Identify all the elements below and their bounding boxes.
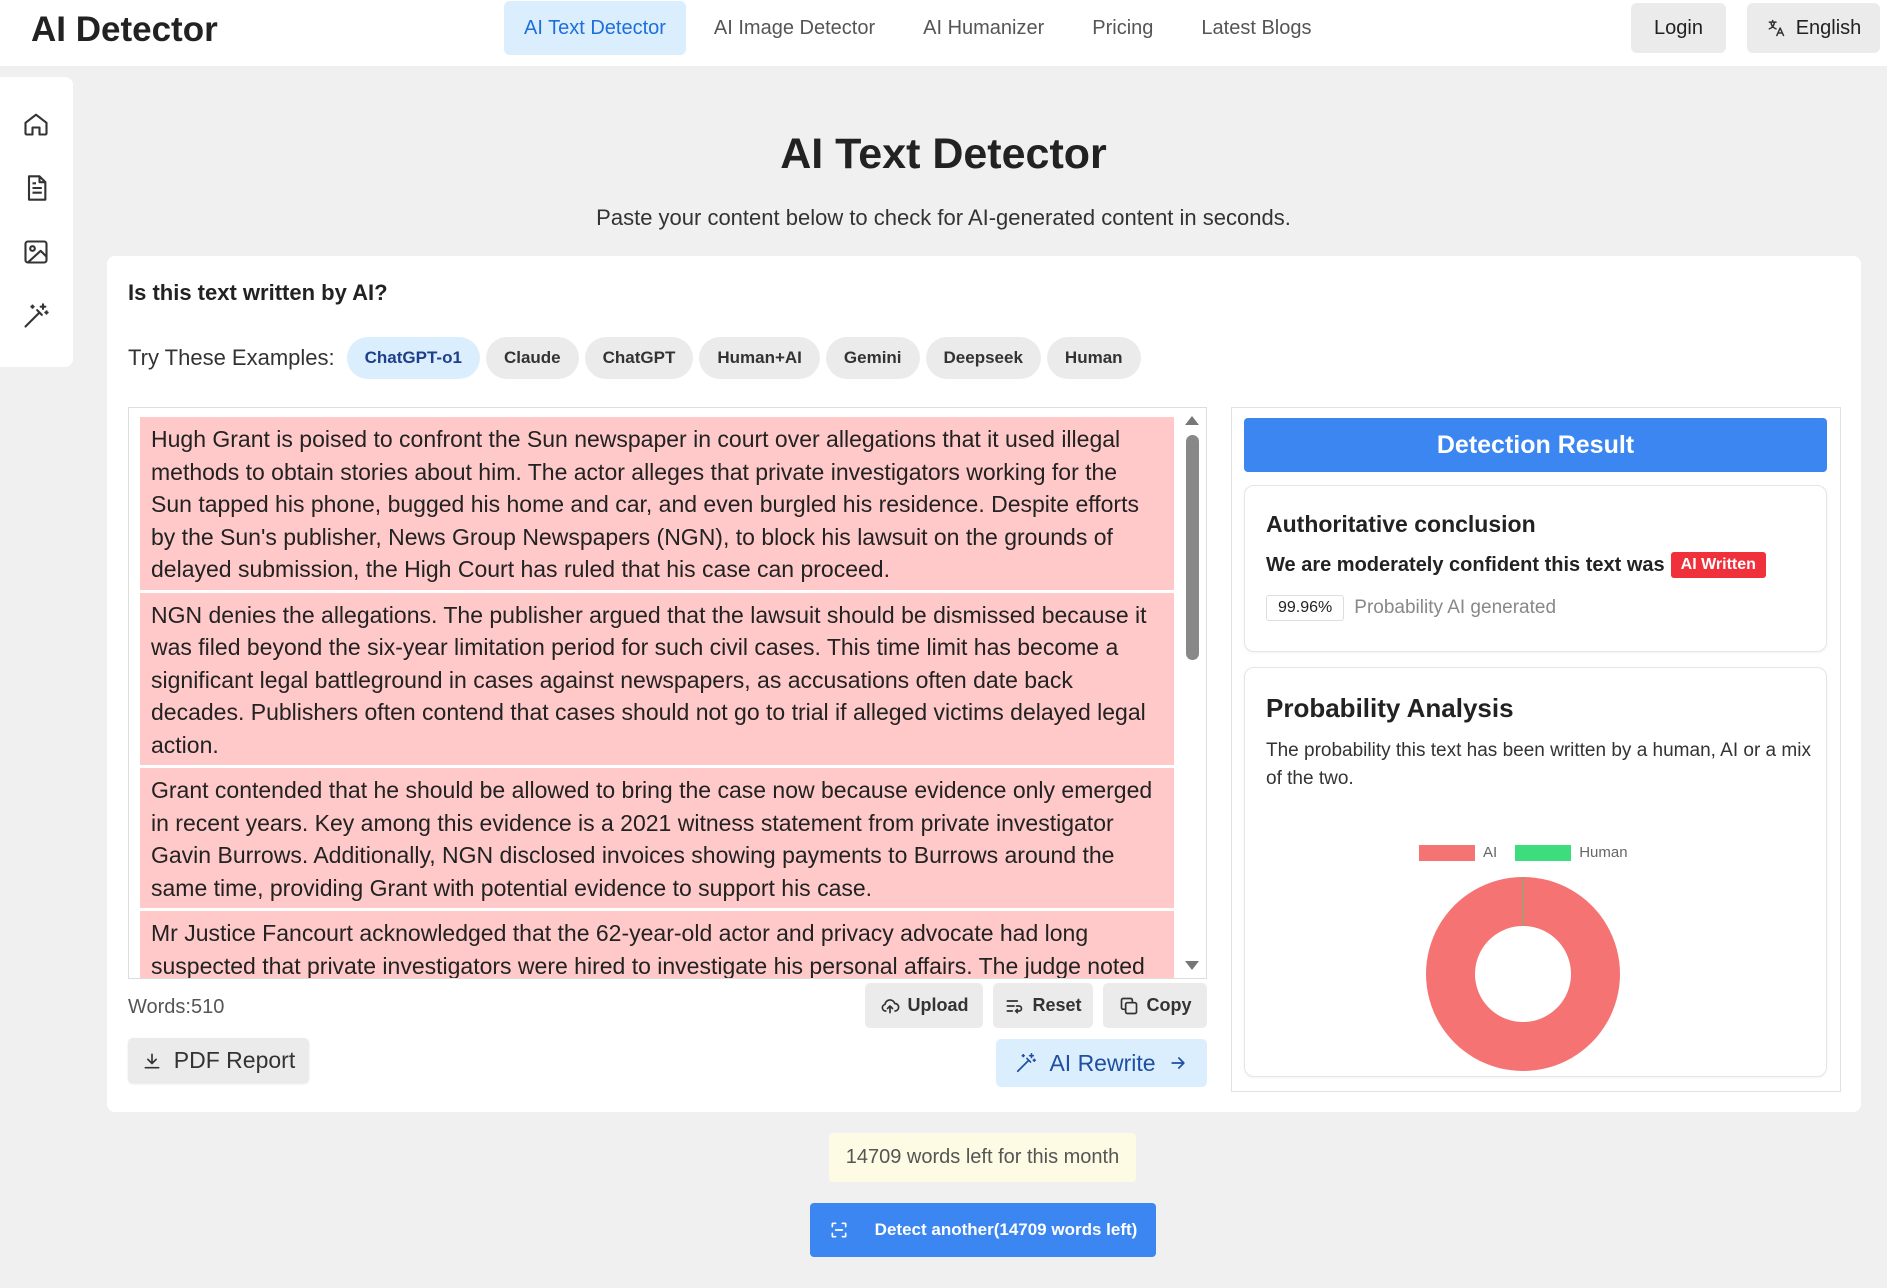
example-chip-human-ai[interactable]: Human+AI <box>699 337 820 379</box>
site-logo[interactable]: AI Detector <box>31 10 218 50</box>
detection-result-panel: Detection Result Authoritative conclusio… <box>1231 407 1841 1092</box>
page-title: AI Text Detector <box>780 130 1107 178</box>
upload-label: Upload <box>907 995 969 1015</box>
magic-wand-icon[interactable] <box>20 300 52 332</box>
main-nav: AI Text Detector AI Image Detector AI Hu… <box>504 1 1339 55</box>
pdf-report-button[interactable]: PDF Report <box>128 1038 309 1083</box>
ai-written-badge: AI Written <box>1670 552 1766 578</box>
probability-donut-chart <box>1426 877 1620 1071</box>
example-chip-chatgpt-o1[interactable]: ChatGPT-o1 <box>346 337 480 379</box>
probability-analysis-box: Probability Analysis The probability thi… <box>1244 667 1827 1077</box>
word-count: Words:510 <box>128 996 225 1018</box>
paragraph: Hugh Grant is poised to confront the Sun… <box>140 417 1174 590</box>
scroll-down-icon[interactable] <box>1185 961 1199 970</box>
probability-row: 99.96% Probability AI generated <box>1266 595 1556 621</box>
scroll-up-icon[interactable] <box>1185 416 1199 425</box>
examples-row: Try These Examples: ChatGPT-o1 Claude Ch… <box>128 337 1141 379</box>
nav-ai-humanizer[interactable]: AI Humanizer <box>903 1 1064 55</box>
examples-label: Try These Examples: <box>128 345 335 370</box>
copy-label: Copy <box>1146 995 1192 1015</box>
cloud-upload-icon <box>881 998 899 1013</box>
legend-swatch-human <box>1515 844 1572 861</box>
analysis-title: Probability Analysis <box>1266 693 1514 723</box>
paragraph: NGN denies the allegations. The publishe… <box>140 592 1174 765</box>
image-icon[interactable] <box>20 236 52 268</box>
ai-rewrite-button[interactable]: AI Rewrite <box>996 1039 1207 1087</box>
language-label: English <box>1795 16 1862 39</box>
nav-ai-image-detector[interactable]: AI Image Detector <box>694 1 895 55</box>
pdf-report-label: PDF Report <box>173 1047 296 1073</box>
words-quota: 14709 words left for this month <box>829 1133 1136 1182</box>
copy-icon <box>1120 997 1137 1014</box>
example-chip-gemini[interactable]: Gemini <box>825 337 920 379</box>
conclusion-title: Authoritative conclusion <box>1266 511 1536 537</box>
analysis-description: The probability this text has been writt… <box>1266 740 1811 789</box>
question-heading: Is this text written by AI? <box>128 280 388 305</box>
reset-label: Reset <box>1032 995 1082 1015</box>
conclusion-text: We are moderately confident this text wa… <box>1266 553 1665 576</box>
detect-another-button[interactable]: Detect another(14709 words left) <box>810 1203 1156 1257</box>
conclusion-row: We are moderately confident this text wa… <box>1266 552 1766 578</box>
upload-button[interactable]: Upload <box>865 983 983 1028</box>
probability-label: Probability AI generated <box>1354 597 1557 618</box>
chart-legend: AI Human <box>1419 844 1628 861</box>
paragraph: Grant contended that he should be allowe… <box>140 768 1174 908</box>
legend-label-ai: AI <box>1483 844 1498 861</box>
legend-label-human: Human <box>1579 844 1628 861</box>
reset-icon <box>1006 999 1023 1013</box>
example-chip-claude[interactable]: Claude <box>485 337 579 379</box>
probability-value: 99.96% <box>1266 595 1345 621</box>
editor-scrollbar[interactable] <box>1178 408 1206 978</box>
magic-wand-icon <box>1017 1053 1037 1073</box>
detection-result-header: Detection Result <box>1244 418 1827 472</box>
detect-another-label: Detect another(14709 words left) <box>874 1220 1138 1239</box>
nav-ai-text-detector[interactable]: AI Text Detector <box>504 1 686 55</box>
legend-swatch-ai <box>1419 844 1475 861</box>
conclusion-box: Authoritative conclusion We are moderate… <box>1244 485 1827 652</box>
login-button[interactable]: Login <box>1631 3 1726 53</box>
highlighted-paragraphs: Hugh Grant is poised to confront the Sun… <box>140 417 1174 978</box>
example-chip-deepseek[interactable]: Deepseek <box>925 337 1041 379</box>
ai-rewrite-label: AI Rewrite <box>1049 1049 1156 1076</box>
nav-latest-blogs[interactable]: Latest Blogs <box>1181 1 1331 55</box>
translate-icon <box>1768 19 1784 37</box>
text-editor[interactable]: Hugh Grant is poised to confront the Sun… <box>128 407 1207 979</box>
example-chip-human[interactable]: Human <box>1046 337 1141 379</box>
nav-pricing[interactable]: Pricing <box>1072 1 1173 55</box>
page-subtitle: Paste your content below to check for AI… <box>596 205 1291 230</box>
top-header: AI Detector AI Text Detector AI Image De… <box>0 0 1887 66</box>
scan-icon <box>831 1222 847 1238</box>
scroll-thumb[interactable] <box>1186 435 1199 660</box>
reset-button[interactable]: Reset <box>993 983 1093 1028</box>
language-button[interactable]: English <box>1747 3 1880 53</box>
example-chip-chatgpt[interactable]: ChatGPT <box>584 337 694 379</box>
download-icon <box>144 1053 160 1068</box>
arrow-right-icon <box>1170 1057 1185 1069</box>
copy-button[interactable]: Copy <box>1103 983 1207 1028</box>
detector-card: Is this text written by AI? Try These Ex… <box>107 256 1861 1112</box>
paragraph: Mr Justice Fancourt acknowledged that th… <box>140 911 1174 978</box>
